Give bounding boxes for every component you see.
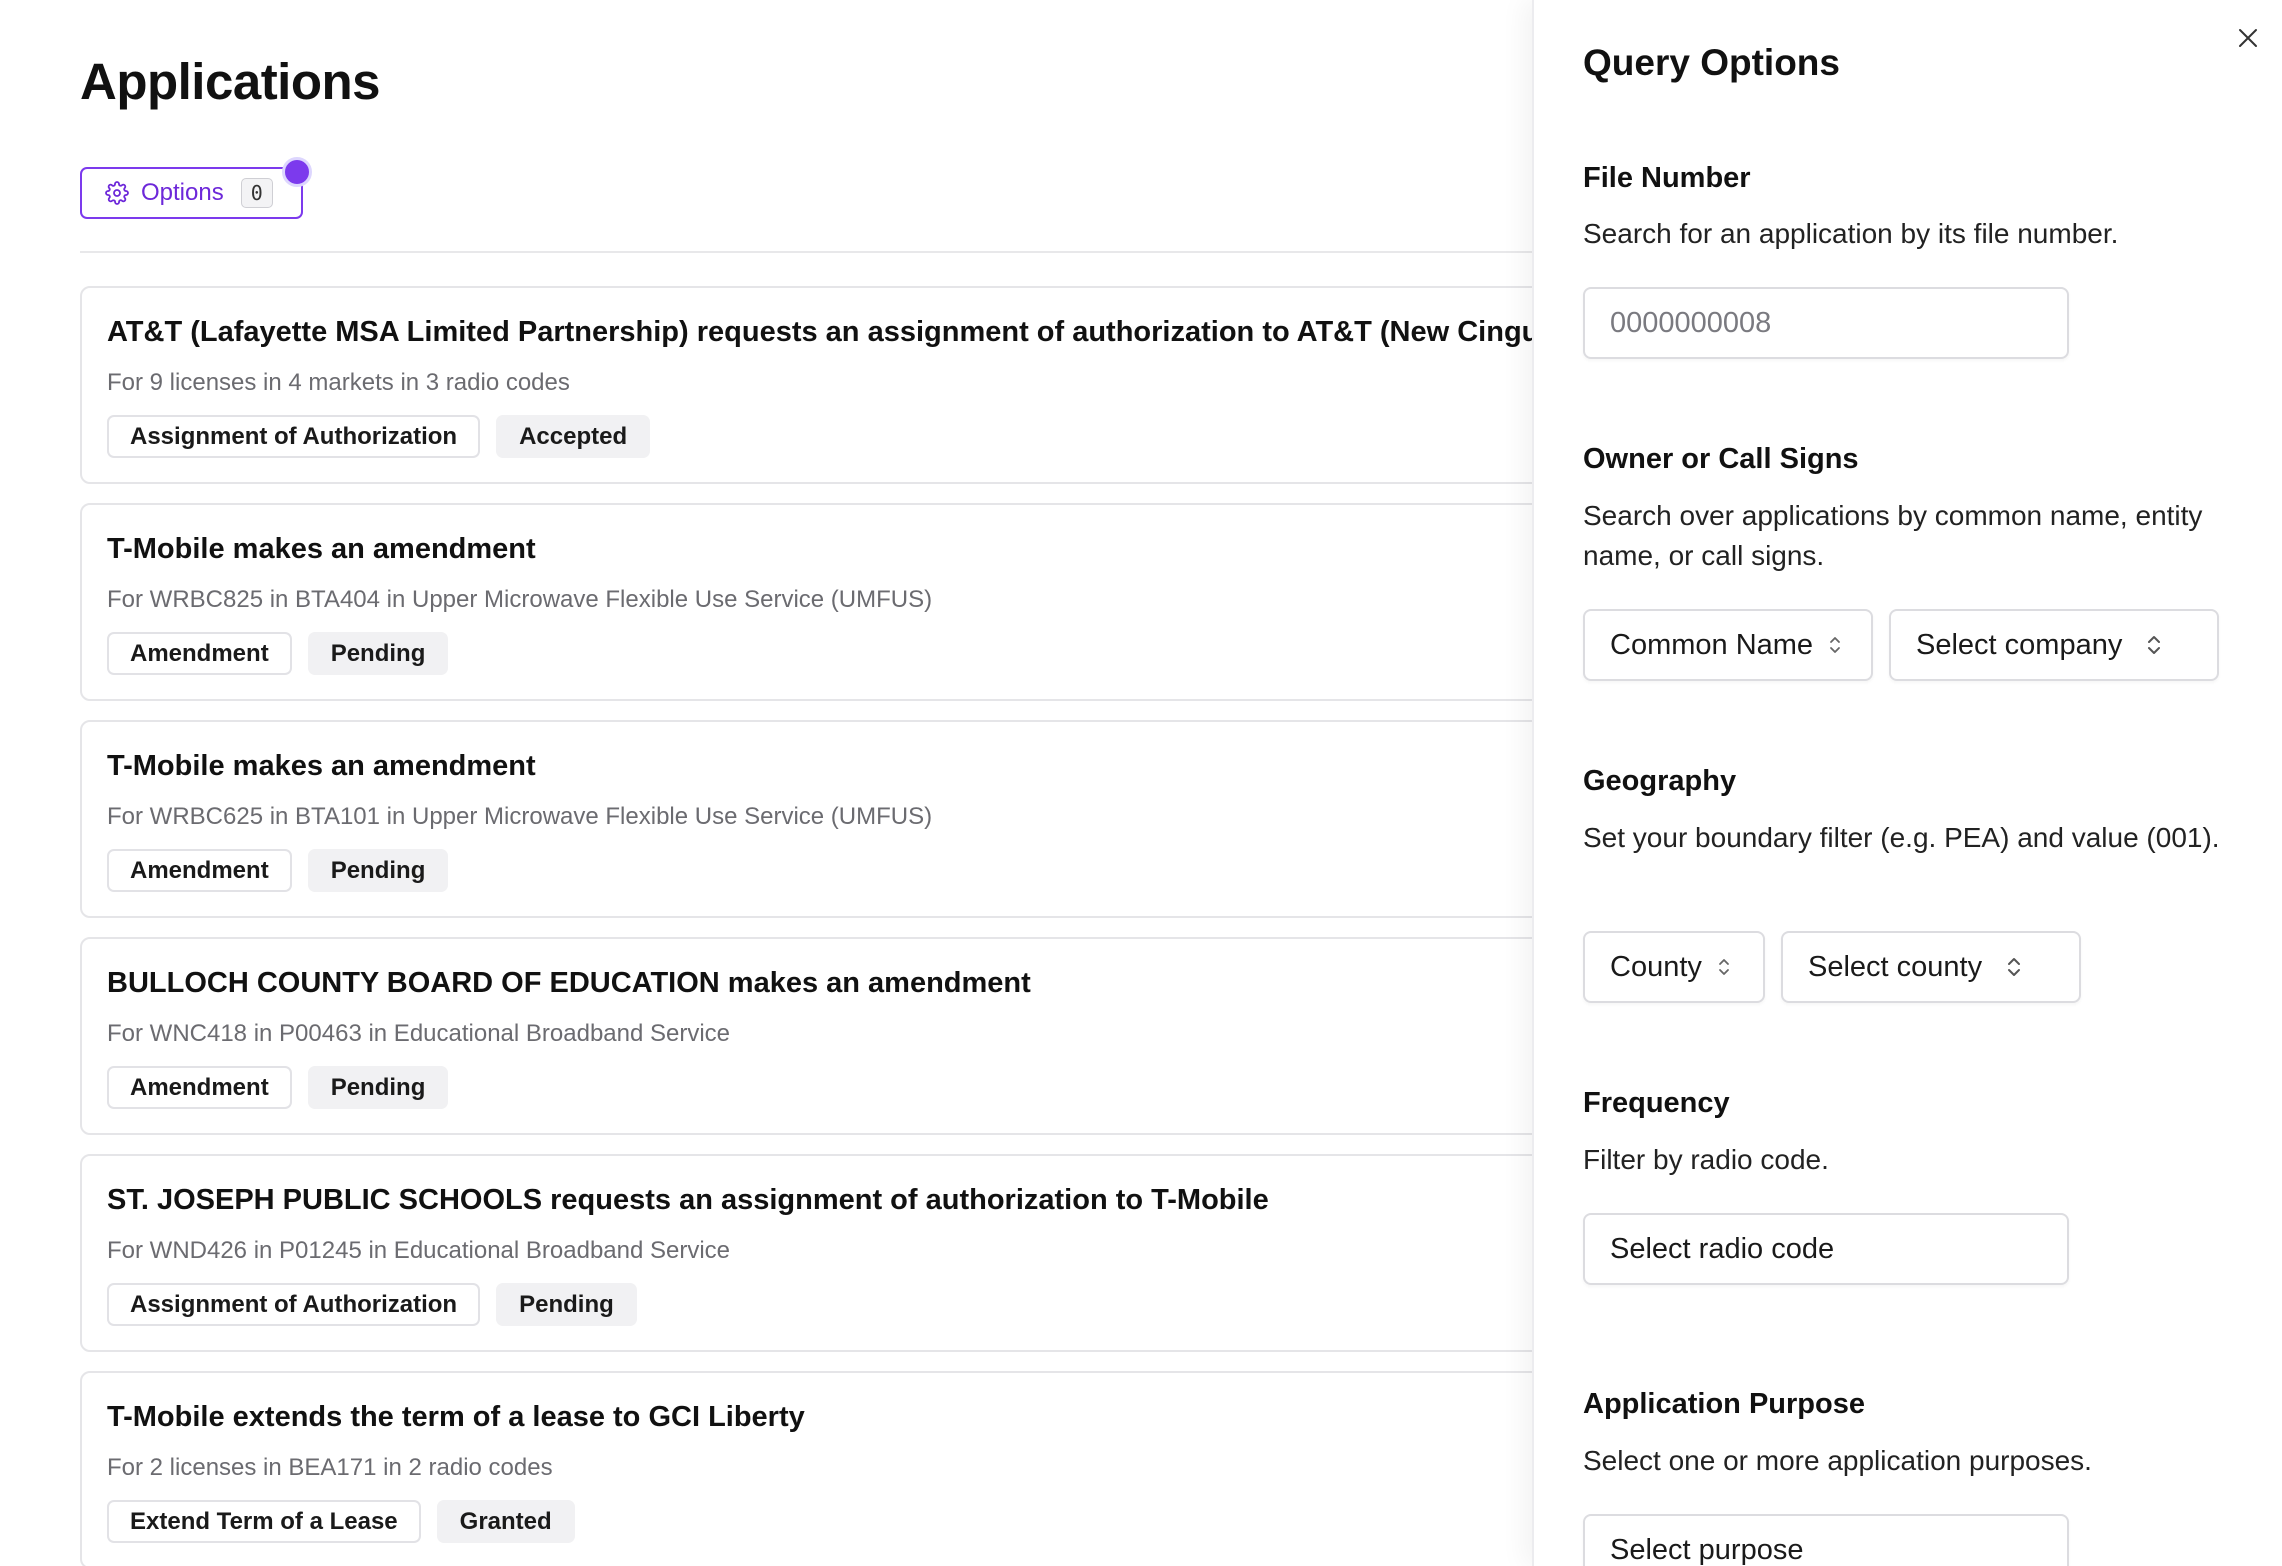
- options-indicator-dot: [282, 157, 312, 187]
- options-count-badge: 0: [240, 178, 273, 208]
- page-title: Applications: [80, 53, 381, 110]
- owner-label: Owner or Call Signs: [1583, 443, 1859, 475]
- company-select-value: Select company: [1916, 628, 2123, 661]
- application-status-badge: Pending: [307, 632, 449, 675]
- owner-description: Search over applications by common name,…: [1583, 500, 2203, 571]
- divider: [80, 251, 1532, 253]
- application-title: T-Mobile extends the term of a lease to …: [107, 1401, 805, 1433]
- application-title: AT&T (Lafayette MSA Limited Partnership)…: [107, 316, 1532, 348]
- application-card[interactable]: ST. JOSEPH PUBLIC SCHOOLS requests an as…: [80, 1154, 1532, 1352]
- file-number-label: File Number: [1583, 162, 1751, 194]
- chevron-up-down-icon: [2144, 632, 2164, 658]
- application-type-badge: Amendment: [107, 1066, 292, 1109]
- application-card[interactable]: T-Mobile makes an amendment For WRBC825 …: [80, 503, 1532, 701]
- file-number-description: Search for an application by its file nu…: [1583, 218, 2119, 249]
- application-title: T-Mobile makes an amendment: [107, 750, 536, 782]
- close-button[interactable]: [2234, 24, 2262, 52]
- applications-page: Applications Options 0 AT&T (Lafayette M…: [0, 0, 1532, 1566]
- application-title: BULLOCH COUNTY BOARD OF EDUCATION makes …: [107, 967, 1031, 999]
- chevron-up-down-icon: [1716, 956, 1732, 978]
- panel-title: Query Options: [1583, 42, 1840, 83]
- frequency-label: Frequency: [1583, 1087, 1730, 1119]
- application-status-badge: Granted: [436, 1500, 575, 1543]
- radio-code-select[interactable]: Select radio code: [1583, 1213, 2069, 1285]
- application-status-badge: Pending: [307, 1066, 449, 1109]
- application-type-badge: Amendment: [107, 849, 292, 892]
- options-label: Options: [141, 179, 224, 206]
- geography-label: Geography: [1583, 765, 1737, 797]
- company-select[interactable]: Select company: [1889, 609, 2219, 681]
- gear-icon: [105, 181, 129, 205]
- owner-mode-select[interactable]: Common Name: [1583, 609, 1873, 681]
- application-status-badge: Accepted: [496, 415, 651, 458]
- frequency-description: Filter by radio code.: [1583, 1144, 1829, 1175]
- application-subtitle: For WND426 in P01245 in Educational Broa…: [107, 1237, 731, 1264]
- county-select-value: Select county: [1808, 950, 1983, 983]
- chevron-up-down-icon: [1827, 634, 1843, 656]
- owner-mode-value: Common Name: [1610, 628, 1814, 661]
- application-subtitle: For WRBC625 in BTA101 in Upper Microwave…: [107, 803, 933, 830]
- application-type-badge: Amendment: [107, 632, 292, 675]
- geography-description: Set your boundary filter (e.g. PEA) and …: [1583, 822, 2220, 853]
- application-subtitle: For 2 licenses in BEA171 in 2 radio code…: [107, 1454, 553, 1481]
- application-subtitle: For 9 licenses in 4 markets in 3 radio c…: [107, 369, 570, 396]
- chevron-up-down-icon: [2004, 954, 2024, 980]
- options-button[interactable]: Options 0: [80, 167, 303, 219]
- application-card[interactable]: T-Mobile extends the term of a lease to …: [80, 1371, 1532, 1566]
- application-subtitle: For WNC418 in P00463 in Educational Broa…: [107, 1020, 731, 1047]
- application-type-badge: Assignment of Authorization: [107, 415, 481, 458]
- application-purpose-label: Application Purpose: [1583, 1388, 1865, 1420]
- application-type-badge: Assignment of Authorization: [107, 1283, 481, 1326]
- file-number-input[interactable]: 0000000008: [1583, 287, 2069, 359]
- purpose-select[interactable]: Select purpose: [1583, 1514, 2069, 1566]
- application-title: T-Mobile makes an amendment: [107, 533, 536, 565]
- county-select[interactable]: Select county: [1781, 931, 2081, 1003]
- boundary-type-select[interactable]: County: [1583, 931, 1765, 1003]
- application-subtitle: For WRBC825 in BTA404 in Upper Microwave…: [107, 586, 933, 613]
- query-options-panel: Query Options File Number Search for an …: [1532, 0, 2282, 1566]
- application-type-badge: Extend Term of a Lease: [107, 1500, 421, 1543]
- application-card[interactable]: AT&T (Lafayette MSA Limited Partnership)…: [80, 286, 1532, 484]
- application-title: ST. JOSEPH PUBLIC SCHOOLS requests an as…: [107, 1184, 1269, 1216]
- boundary-type-value: County: [1610, 950, 1702, 983]
- application-status-badge: Pending: [307, 849, 449, 892]
- application-status-badge: Pending: [496, 1283, 637, 1326]
- application-card[interactable]: BULLOCH COUNTY BOARD OF EDUCATION makes …: [80, 937, 1532, 1135]
- close-icon: [2239, 29, 2257, 47]
- application-purpose-description: Select one or more application purposes.: [1583, 1445, 2092, 1476]
- application-card[interactable]: T-Mobile makes an amendment For WRBC625 …: [80, 720, 1532, 918]
